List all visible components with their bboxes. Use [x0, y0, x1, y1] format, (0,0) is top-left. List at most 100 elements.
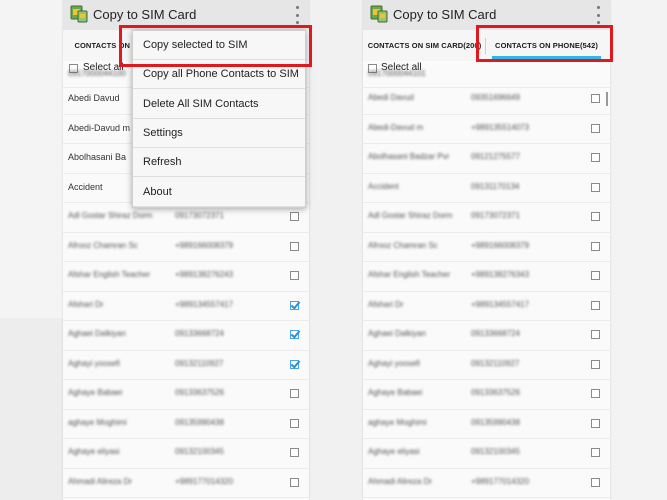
contact-number: 09173072371 — [471, 211, 520, 220]
contact-list: 0917000044101 Abedi Davud 09351696649 Abedi… — [363, 69, 610, 500]
contact-checkbox[interactable] — [591, 182, 600, 192]
contact-row[interactable]: Abedi-Davud m +989135514073 — [363, 114, 610, 144]
contact-name: Ahmadi Alireza Dr — [68, 476, 133, 486]
contact-checkbox[interactable] — [591, 418, 600, 428]
contact-checkbox[interactable] — [290, 241, 299, 251]
contact-row[interactable]: Aghaei Dalkiyan 09133668724 — [363, 320, 610, 351]
contact-row[interactable]: Aghayi yoosefi 09132110927 — [63, 350, 309, 380]
contact-name: Afrooz Chamran Sc — [68, 240, 138, 250]
contact-name: Accident — [68, 181, 103, 192]
contact-checkbox[interactable] — [290, 330, 299, 339]
contact-checkbox[interactable] — [290, 212, 299, 221]
contact-number: 09173072371 — [175, 211, 224, 220]
contact-row[interactable]: Accident 09131170134 — [363, 173, 610, 203]
contact-name: Ahmadi Alireza Dr — [368, 476, 433, 486]
contact-row[interactable]: Aghaei Dalkiyan 09133668724 — [63, 320, 309, 351]
contact-row[interactable]: aghaye Moghimi 09135990438 — [363, 409, 610, 439]
contact-row[interactable]: Ahmadi Alireza Dr +989177014320 — [363, 468, 610, 498]
contact-checkbox[interactable] — [591, 389, 600, 398]
contact-row[interactable]: Aghaye Babaei 09133637526 — [363, 379, 610, 410]
contact-checkbox[interactable] — [591, 359, 600, 369]
contact-number: +989177014320 — [471, 476, 530, 486]
contact-name: aghaye Moghimi — [68, 417, 127, 427]
contact-row[interactable]: aghaye Moghimi 09135990438 — [63, 409, 309, 439]
contact-number: 09132100345 — [175, 447, 224, 456]
contact-checkbox[interactable] — [290, 300, 299, 310]
contact-number: +989135514073 — [471, 122, 530, 132]
contact-checkbox[interactable] — [591, 330, 600, 339]
contact-row[interactable]: Adl Gostar Shiraz Dorm 09173072371 — [363, 202, 610, 233]
contact-number: 09133668724 — [175, 329, 224, 338]
contact-number: +989134557417 — [471, 299, 530, 309]
contact-checkbox[interactable] — [591, 448, 600, 457]
contact-row[interactable]: Aghayi yoosefi 09132110927 — [363, 350, 610, 380]
contact-name: Aghaei Dalkiyan — [68, 329, 126, 338]
menu-item[interactable]: Settings — [133, 119, 305, 148]
contact-checkbox[interactable] — [591, 212, 600, 221]
contact-checkbox[interactable] — [591, 271, 600, 280]
contact-name: Aghaei Dalkiyan — [368, 329, 426, 338]
contact-name: Aghaye eliyasi — [368, 447, 420, 456]
contact-name: Abedi-Davud m — [368, 122, 424, 132]
contact-checkbox[interactable] — [290, 359, 299, 369]
menu-item[interactable]: About — [133, 178, 305, 207]
contact-row[interactable]: Afshari Dr +989134557417 — [63, 291, 309, 321]
menu-item[interactable]: Refresh — [133, 148, 305, 178]
contact-name: Aghaye Babaei — [68, 388, 123, 397]
contact-name: Afshar English Teacher — [368, 270, 451, 279]
contact-name: Adl Gostar Shiraz Dorm — [68, 211, 153, 220]
contact-checkbox[interactable] — [591, 241, 600, 251]
contact-row[interactable]: Aghaye Babaei 09133637526 — [63, 379, 309, 410]
overflow-menu-icon[interactable] — [592, 6, 604, 24]
contact-checkbox[interactable] — [290, 418, 299, 428]
contact-checkbox[interactable] — [591, 477, 600, 487]
overflow-menu-icon[interactable] — [291, 6, 303, 24]
contact-number: 09133637526 — [175, 388, 224, 397]
contact-name: Aghaye eliyasi — [68, 447, 120, 456]
contact-name: Accident — [368, 181, 399, 191]
menu-item[interactable]: Delete All SIM Contacts — [133, 90, 305, 119]
app-title: Copy to SIM Card — [93, 7, 197, 22]
contact-name: Adl Gostar Shiraz Dorm — [368, 211, 453, 220]
contact-name: Abolhasani Badzar Pvr — [368, 152, 450, 161]
contact-checkbox[interactable] — [591, 94, 600, 103]
contact-number: +989138276243 — [175, 270, 234, 279]
contact-name: aghaye Moghimi — [368, 417, 427, 427]
contact-row[interactable]: Afshari Dr +989134557417 — [363, 291, 610, 321]
contact-row[interactable]: Aghaye eliyasi 09132100345 — [63, 438, 309, 469]
contact-number: 09135990438 — [175, 417, 224, 427]
contact-checkbox[interactable] — [591, 123, 600, 133]
sim-card-app-icon — [370, 5, 388, 23]
contact-checkbox[interactable] — [591, 153, 600, 162]
contact-checkbox[interactable] — [591, 300, 600, 310]
contact-row[interactable]: Aghaye eliyasi 09132100345 — [363, 438, 610, 469]
contact-row[interactable]: Abedi Davud 09351696649 — [363, 84, 610, 115]
contact-checkbox[interactable] — [290, 477, 299, 487]
background-panel — [610, 0, 667, 500]
contact-row[interactable]: Abolhasani Badzar Pvr 09121275577 — [363, 143, 610, 174]
contact-number: 09121275577 — [471, 152, 520, 161]
contact-name: Afshari Dr — [368, 299, 404, 309]
contact-name: Abedi Davud — [68, 93, 120, 103]
contact-number: +989138276343 — [471, 270, 530, 279]
contact-name: Abedi Davud — [368, 93, 414, 102]
contact-number: 09132110927 — [175, 358, 224, 368]
contact-name: Abolhasani Ba — [68, 152, 127, 162]
contact-name: Afrooz Chamran Sc — [368, 240, 438, 250]
contact-checkbox[interactable] — [290, 389, 299, 398]
contact-row[interactable]: Ahmadi Alireza Dr +989177014320 — [63, 468, 309, 498]
contact-row[interactable]: Afshar English Teacher +989138276343 — [363, 261, 610, 292]
contact-name: Aghayi yoosefi — [68, 358, 121, 368]
contact-number: 09132110927 — [471, 358, 520, 368]
contact-number: +989166008379 — [471, 240, 530, 250]
contact-checkbox[interactable] — [290, 448, 299, 457]
scrollbar[interactable] — [606, 92, 608, 106]
contact-number: 09135990438 — [471, 417, 520, 427]
contact-row[interactable]: Afshar English Teacher +989138276243 — [63, 261, 309, 292]
contact-checkbox[interactable] — [290, 271, 299, 280]
background-panel — [0, 318, 63, 500]
contact-number: +989134557417 — [175, 299, 234, 309]
contact-row[interactable]: Afrooz Chamran Sc +989166008379 — [363, 232, 610, 262]
contact-number: 09132100345 — [471, 447, 520, 456]
contact-row[interactable]: Afrooz Chamran Sc +989166008379 — [63, 232, 309, 262]
